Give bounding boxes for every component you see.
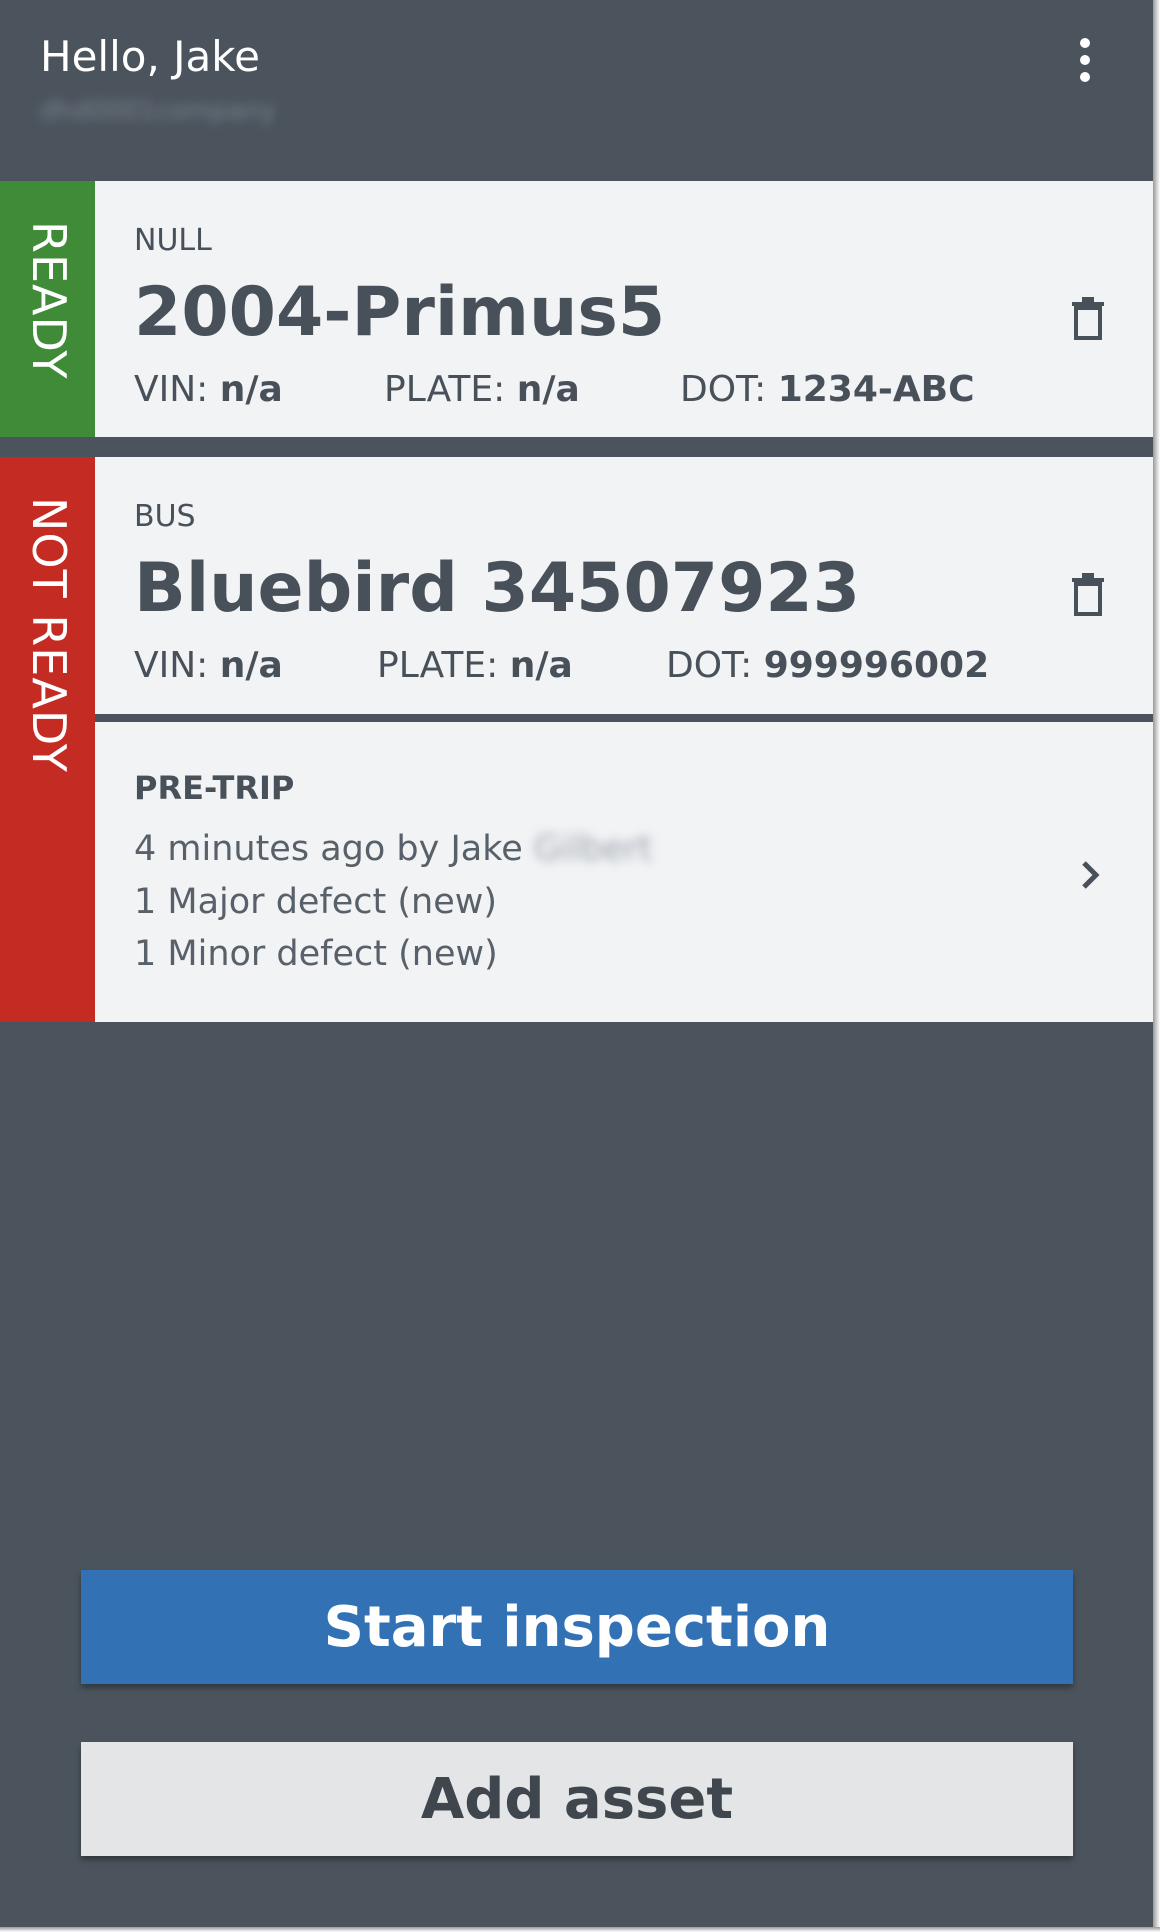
vin-field: VIN: n/a — [134, 645, 283, 686]
app-screen: Hello, Jake dhd0001company READY NULL 20… — [0, 0, 1153, 1927]
vin-label: VIN: — [134, 645, 209, 686]
asset-name: 2004-Primus5 — [134, 273, 666, 352]
add-asset-button[interactable]: Add asset — [81, 1742, 1073, 1856]
plate-field: PLATE: n/a — [377, 645, 573, 686]
vin-label: VIN: — [134, 369, 209, 410]
dot-label: DOT: — [666, 645, 753, 686]
card-divider — [95, 714, 1153, 722]
vin-value: n/a — [219, 369, 283, 410]
chevron-right-icon[interactable] — [1075, 855, 1105, 895]
menu-dot — [1080, 38, 1090, 48]
header: Hello, Jake dhd0001company — [0, 0, 1153, 180]
dot-value: 1234-ABC — [777, 369, 975, 410]
plate-value: n/a — [509, 645, 573, 686]
more-options-icon[interactable] — [1060, 30, 1110, 90]
plate-field: PLATE: n/a — [384, 369, 580, 410]
inspection-time-by: 4 minutes ago by Jake Gilbert — [134, 829, 652, 869]
asset-card-ready[interactable]: READY NULL 2004-Primus5 VIN: n/a PLATE: … — [0, 181, 1153, 437]
vin-field: VIN: n/a — [134, 369, 283, 410]
asset-card-not-ready[interactable]: NOT READY BUS Bluebird 34507923 VIN: n/a… — [0, 457, 1153, 1022]
frame-edge-bottom — [0, 1927, 1160, 1932]
menu-dot — [1080, 72, 1090, 82]
frame-edge-right — [1153, 0, 1160, 1932]
trash-icon[interactable] — [1070, 572, 1106, 616]
plate-label: PLATE: — [377, 645, 499, 686]
dot-field: DOT: 999996002 — [666, 645, 989, 686]
plate-value: n/a — [516, 369, 580, 410]
asset-type: NULL — [134, 223, 212, 258]
inspector-lastname-blurred: Gilbert — [533, 829, 653, 869]
inspection-by-text: 4 minutes ago by Jake — [134, 829, 523, 869]
status-label: READY — [22, 221, 76, 380]
account-name-blurred: dhd0001company — [40, 96, 276, 126]
greeting-text: Hello, Jake — [40, 32, 260, 81]
status-bar-not-ready: NOT READY — [0, 457, 95, 1022]
asset-name: Bluebird 34507923 — [134, 549, 861, 628]
plate-label: PLATE: — [384, 369, 506, 410]
inspection-title: PRE-TRIP — [134, 769, 295, 807]
dot-label: DOT: — [680, 369, 767, 410]
start-inspection-button[interactable]: Start inspection — [81, 1570, 1073, 1684]
status-bar-ready: READY — [0, 181, 95, 437]
dot-value: 999996002 — [763, 645, 990, 686]
vin-value: n/a — [219, 645, 283, 686]
menu-dot — [1080, 55, 1090, 65]
minor-defects: 1 Minor defect (new) — [134, 934, 498, 974]
asset-type: BUS — [134, 499, 196, 534]
major-defects: 1 Major defect (new) — [134, 882, 498, 922]
status-label: NOT READY — [22, 497, 76, 773]
dot-field: DOT: 1234-ABC — [680, 369, 975, 410]
trash-icon[interactable] — [1070, 296, 1106, 340]
